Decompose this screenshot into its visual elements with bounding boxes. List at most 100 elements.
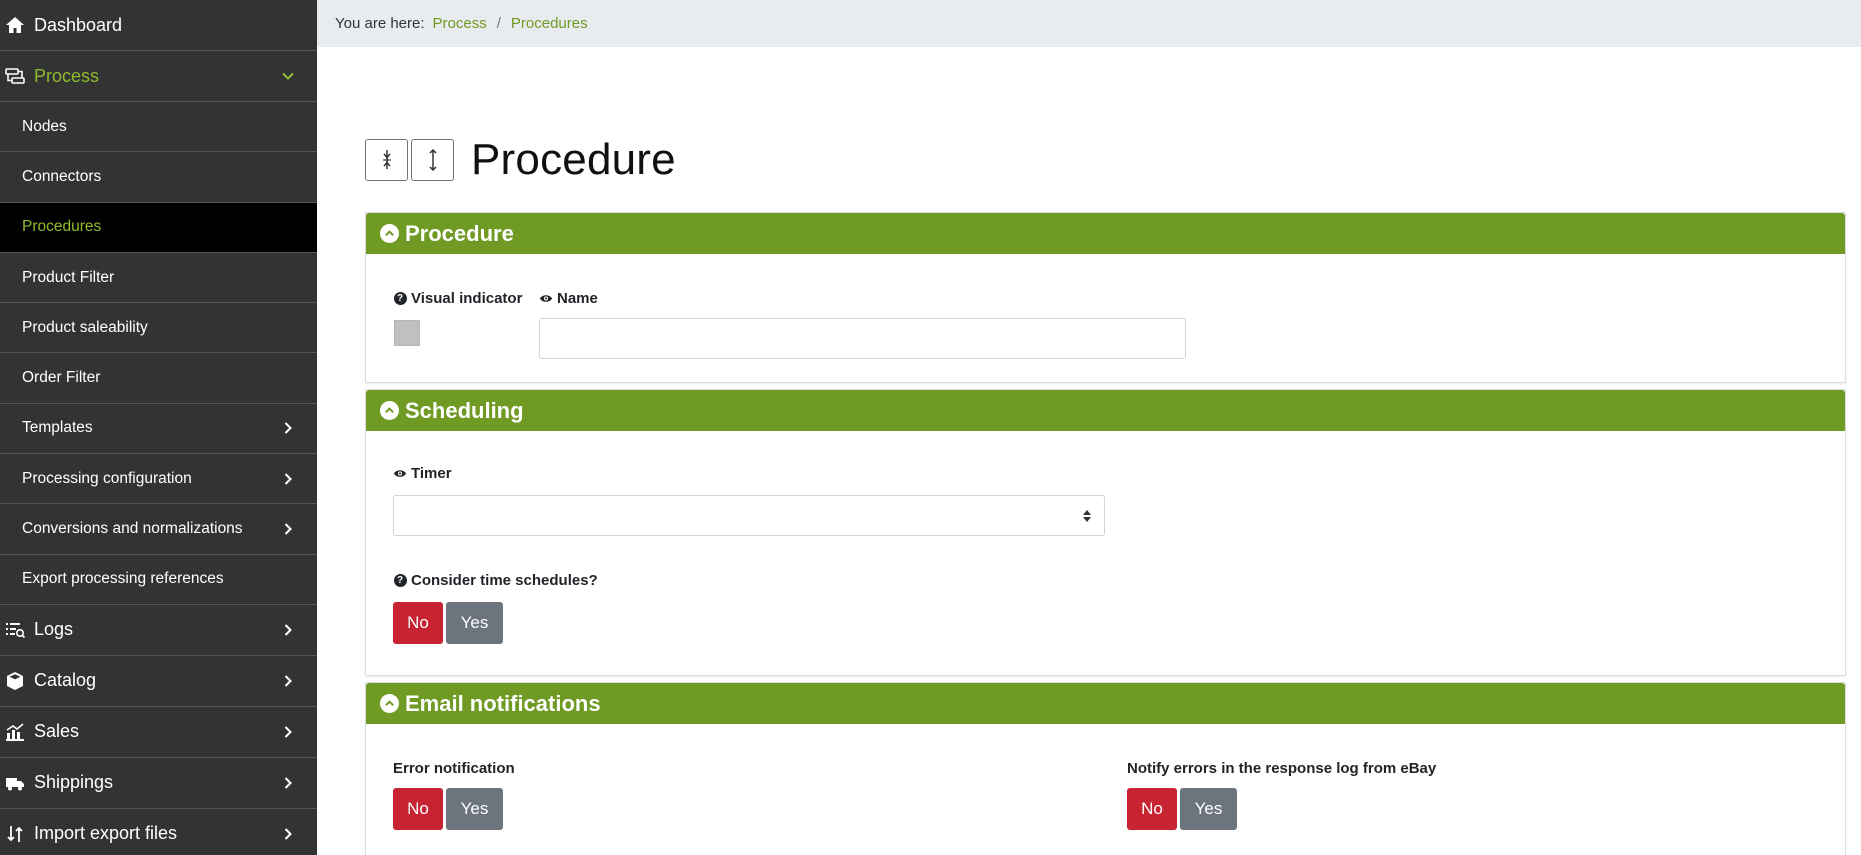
breadcrumb-prefix: You are here: — [335, 15, 425, 32]
expand-icon — [428, 149, 437, 171]
eye-icon — [393, 467, 407, 481]
sidebar-item-shippings[interactable]: Shippings — [0, 758, 317, 809]
chevron-right-icon — [281, 421, 295, 435]
panel-title: Procedure — [405, 220, 514, 246]
ebay-no-button[interactable]: No — [1127, 788, 1177, 830]
chevron-right-icon — [281, 827, 295, 841]
ebay-errors-toggle: No Yes — [1127, 788, 1237, 830]
collapse-icon — [382, 150, 391, 169]
panel-title: Email notifications — [405, 690, 601, 716]
consider-yes-button[interactable]: Yes — [446, 602, 503, 644]
error-yes-button[interactable]: Yes — [446, 788, 503, 830]
email-notifications-panel-header[interactable]: Email notifications — [366, 683, 1845, 724]
sidebar-item-label: Shippings — [34, 772, 114, 793]
sidebar-item-label: Dashboard — [34, 14, 123, 35]
name-label: Name — [539, 290, 598, 307]
chevron-right-icon — [281, 725, 295, 739]
sidebar-item-process[interactable]: Process — [0, 51, 317, 102]
sidebar-item-logs[interactable]: Logs — [0, 605, 317, 656]
sidebar-item-product-filter[interactable]: Product Filter — [0, 253, 317, 304]
consider-time-schedules-label-text: Consider time schedules? — [411, 572, 598, 589]
error-no-button[interactable]: No — [393, 788, 443, 830]
sidebar-item-templates[interactable]: Templates — [0, 404, 317, 455]
scheduling-panel: Scheduling Timer ? Consider time schedul… — [365, 389, 1846, 676]
eye-icon — [539, 292, 553, 306]
consider-time-schedules-toggle: No Yes — [393, 602, 503, 644]
timer-select[interactable] — [393, 495, 1105, 536]
sidebar-item-nodes[interactable]: Nodes — [0, 102, 317, 153]
sidebar-item-label: Import export files — [34, 823, 178, 844]
visual-indicator-label-text: Visual indicator — [411, 290, 523, 307]
truck-icon — [4, 772, 26, 794]
sidebar-item-label: Connectors — [22, 167, 102, 185]
sidebar-item-label: Product Filter — [22, 268, 115, 286]
sidebar-item-dashboard[interactable]: Dashboard — [0, 0, 317, 51]
consider-no-button[interactable]: No — [393, 602, 443, 644]
sales-icon — [4, 721, 26, 743]
chevron-right-icon — [281, 522, 295, 536]
breadcrumb-separator: / — [496, 15, 501, 32]
chevron-down-icon — [281, 69, 295, 83]
sidebar-item-connectors[interactable]: Connectors — [0, 152, 317, 203]
home-icon — [4, 14, 26, 36]
sidebar-item-label: Product saleability — [22, 318, 148, 336]
sidebar-item-sales[interactable]: Sales — [0, 707, 317, 758]
name-input[interactable] — [539, 318, 1186, 359]
sidebar-item-label: Procedures — [22, 218, 102, 236]
timer-label-text: Timer — [411, 465, 452, 482]
ebay-errors-label-text: Notify errors in the response log from e… — [1127, 760, 1437, 777]
scheduling-panel-header[interactable]: Scheduling — [366, 390, 1845, 431]
sidebar-item-label: Process — [34, 65, 100, 86]
page-title: Procedure — [471, 135, 676, 184]
page-header: Procedure — [365, 135, 676, 184]
sidebar-item-label: Templates — [22, 419, 93, 437]
chevron-right-icon — [281, 776, 295, 790]
sidebar-item-label: Export processing references — [22, 570, 224, 588]
sidebar-item-label: Conversions and normalizations — [22, 520, 243, 538]
sidebar-item-label: Logs — [34, 619, 74, 640]
error-notification-label: Error notification — [393, 760, 515, 777]
visual-indicator-label: ? Visual indicator — [393, 290, 522, 307]
breadcrumb-link-process[interactable]: Process — [433, 15, 487, 32]
consider-time-schedules-label: ? Consider time schedules? — [393, 572, 598, 589]
sidebar-item-import-export-files[interactable]: Import export files — [0, 809, 317, 855]
error-notification-toggle: No Yes — [393, 788, 503, 830]
sidebar-item-label: Processing configuration — [22, 469, 192, 487]
error-notification-label-text: Error notification — [393, 760, 515, 777]
question-circle-icon: ? — [393, 574, 407, 588]
chevron-up-circle-icon — [380, 401, 399, 420]
sidebar-item-label: Order Filter — [22, 369, 101, 387]
question-circle-icon: ? — [393, 292, 407, 306]
procedure-panel-header[interactable]: Procedure — [366, 213, 1845, 254]
sidebar: Dashboard Process Nodes Connectors Proce… — [0, 0, 317, 855]
sidebar-item-label: Sales — [34, 721, 80, 742]
sidebar-item-catalog[interactable]: Catalog — [0, 656, 317, 707]
sidebar-item-export-processing-references[interactable]: Export processing references — [0, 555, 317, 605]
catalog-icon — [4, 670, 26, 692]
email-notifications-panel: Email notifications Error notification N… — [365, 682, 1846, 855]
ebay-errors-label: Notify errors in the response log from e… — [1127, 760, 1436, 777]
timer-label: Timer — [393, 465, 452, 482]
select-arrows-icon — [1083, 509, 1091, 522]
panel-title: Scheduling — [405, 397, 524, 423]
chevron-right-icon — [281, 472, 295, 486]
chevron-right-icon — [281, 674, 295, 688]
logs-icon — [4, 619, 26, 641]
collapse-all-button[interactable] — [365, 139, 408, 181]
sidebar-item-product-saleability[interactable]: Product saleability — [0, 303, 317, 354]
expand-all-button[interactable] — [411, 139, 454, 181]
visual-indicator-swatch[interactable] — [394, 320, 420, 346]
breadcrumb-link-procedures[interactable]: Procedures — [511, 15, 588, 32]
ebay-yes-button[interactable]: Yes — [1180, 788, 1237, 830]
sidebar-item-label: Nodes — [22, 117, 67, 135]
import-export-icon — [4, 823, 26, 845]
sidebar-item-procedures[interactable]: Procedures — [0, 202, 317, 253]
chevron-up-circle-icon — [380, 694, 399, 713]
sidebar-item-label: Catalog — [34, 670, 97, 691]
sidebar-item-conversions[interactable]: Conversions and normalizations — [0, 504, 317, 555]
process-icon — [4, 65, 26, 87]
procedure-panel: Procedure ? Visual indicator Name — [365, 212, 1846, 383]
sidebar-item-order-filter[interactable]: Order Filter — [0, 353, 317, 404]
name-label-text: Name — [557, 290, 598, 307]
sidebar-item-processing-configuration[interactable]: Processing configuration — [0, 454, 317, 505]
